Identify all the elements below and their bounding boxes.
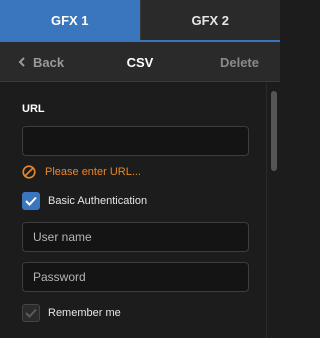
remember-me-checkbox-row[interactable]: Remember me xyxy=(22,304,121,322)
remember-me-label: Remember me xyxy=(48,307,121,319)
checkmark-icon xyxy=(25,196,37,206)
password-input[interactable] xyxy=(22,262,249,292)
tab-gfx-1[interactable]: GFX 1 xyxy=(0,0,140,40)
back-button[interactable]: Back xyxy=(18,42,64,82)
scrollbar[interactable] xyxy=(266,83,280,338)
delete-button[interactable]: Delete xyxy=(220,42,259,82)
header-bar: Back CSV Delete xyxy=(0,42,280,82)
prohibited-icon xyxy=(22,165,36,179)
back-label: Back xyxy=(33,54,65,70)
chevron-left-icon xyxy=(18,57,25,67)
tab-bar: GFX 1 GFX 2 xyxy=(0,0,280,40)
basic-auth-checkbox-row[interactable]: Basic Authentication xyxy=(22,192,147,210)
basic-auth-checkbox[interactable] xyxy=(22,192,40,210)
tab-gfx-2[interactable]: GFX 2 xyxy=(139,0,280,40)
scrollbar-thumb[interactable] xyxy=(271,91,277,171)
username-input[interactable] xyxy=(22,222,249,252)
checkmark-icon xyxy=(25,308,37,318)
url-warning-text: Please enter URL... xyxy=(45,166,141,178)
url-label: URL xyxy=(22,103,45,115)
form-panel: URL Please enter URL... Basic Authentica… xyxy=(0,83,266,338)
remember-me-checkbox[interactable] xyxy=(22,304,40,322)
basic-auth-label: Basic Authentication xyxy=(48,195,148,207)
url-input[interactable] xyxy=(22,126,249,156)
url-warning: Please enter URL... xyxy=(22,165,141,179)
